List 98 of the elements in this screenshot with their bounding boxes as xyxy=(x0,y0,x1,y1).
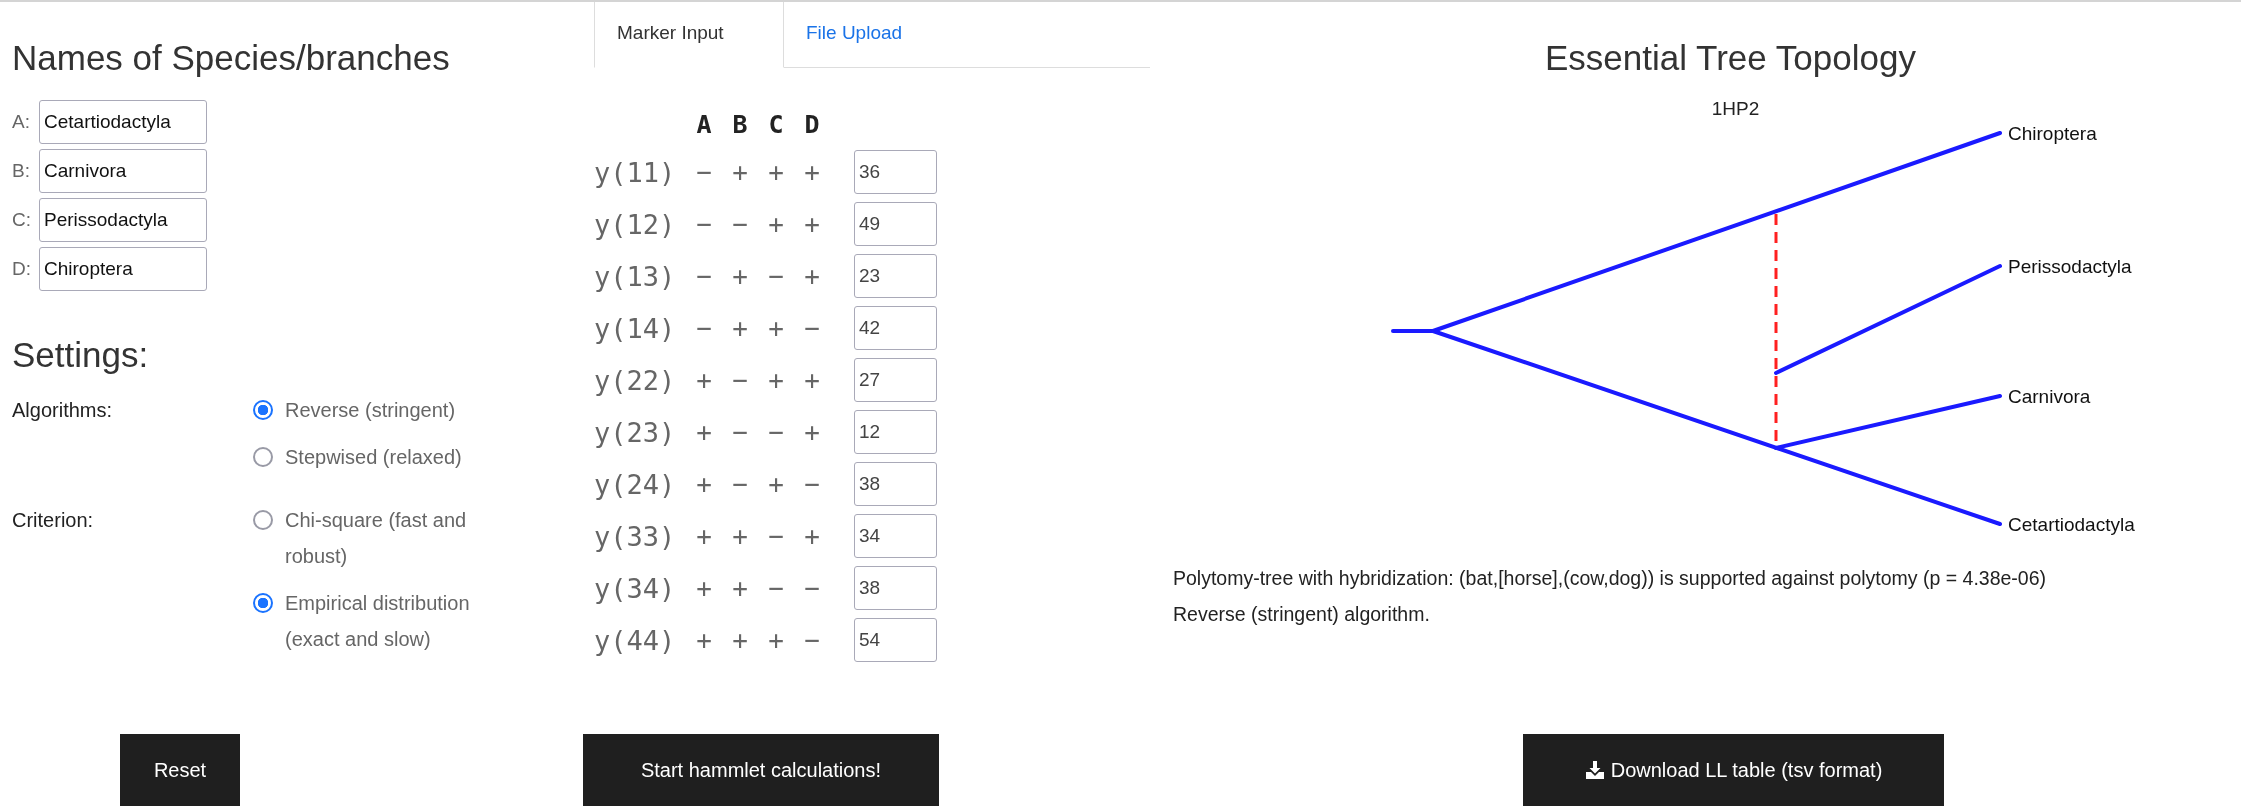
reset-button[interactable]: Reset xyxy=(120,734,240,806)
sign-text: + xyxy=(767,469,785,499)
name-field[interactable]: Carnivora xyxy=(39,149,207,193)
sign-text: − xyxy=(731,417,749,447)
tip-label: Cetartiodactyla xyxy=(2008,514,2135,535)
column-header: D xyxy=(803,109,821,141)
sign-text: − xyxy=(767,573,785,603)
column-header: B xyxy=(731,109,749,141)
sign-text: − xyxy=(731,469,749,499)
field-label: A: xyxy=(12,111,31,133)
sign-text: + xyxy=(731,625,749,655)
count-field[interactable]: 34 xyxy=(854,514,937,558)
chart-title: Essential Tree Topology xyxy=(1544,38,1917,78)
sign-text: − xyxy=(767,521,785,551)
tab[interactable]: Marker Input xyxy=(594,2,784,68)
sign-text: − xyxy=(803,625,821,655)
setting-label: Criterion: xyxy=(12,508,95,533)
row-label: y(33) xyxy=(594,520,677,552)
sign-text: + xyxy=(731,313,749,343)
option-label: Stepwised (relaxed) xyxy=(285,445,463,470)
count-field[interactable]: 54 xyxy=(854,618,937,662)
field-label: B: xyxy=(12,160,31,182)
sign-text: + xyxy=(803,521,821,551)
name-field[interactable]: Cetartiodactyla xyxy=(39,100,207,144)
option-label: Reverse (stringent) xyxy=(285,398,457,423)
sign-text: + xyxy=(731,521,749,551)
setting-label: Algorithms: xyxy=(12,398,114,423)
sign-text: + xyxy=(695,365,713,395)
download-button[interactable]: Download LL table (tsv format) xyxy=(1523,734,1944,806)
sign-text: + xyxy=(767,209,785,239)
count-field[interactable]: 36 xyxy=(854,150,937,194)
sign-text: + xyxy=(767,625,785,655)
field-label: D: xyxy=(12,258,32,280)
tip-label: Chiroptera xyxy=(2008,123,2097,144)
column-header: C xyxy=(767,109,785,141)
sign-text: + xyxy=(803,261,821,291)
sign-text: − xyxy=(731,209,749,239)
count-field[interactable]: 38 xyxy=(854,566,937,610)
row-label: y(44) xyxy=(594,624,677,656)
name-field[interactable]: Chiroptera xyxy=(39,247,207,291)
tab[interactable]: File Upload xyxy=(784,2,925,68)
sign-text: + xyxy=(695,573,713,603)
result-text: Reverse (stringent) algorithm. xyxy=(1173,602,1431,627)
sign-text: + xyxy=(767,313,785,343)
radio-button[interactable] xyxy=(253,400,273,420)
radio-button[interactable] xyxy=(253,593,273,613)
sign-text: − xyxy=(695,313,713,343)
sign-text: + xyxy=(695,521,713,551)
sign-text: + xyxy=(731,573,749,603)
section-heading: Settings: xyxy=(12,335,150,375)
sign-text: − xyxy=(695,209,713,239)
name-field[interactable]: Perissodactyla xyxy=(39,198,207,242)
sign-text: − xyxy=(767,261,785,291)
sign-text: + xyxy=(803,157,821,187)
count-field[interactable]: 12 xyxy=(854,410,937,454)
sign-text: + xyxy=(731,261,749,291)
count-field[interactable]: 38 xyxy=(854,462,937,506)
option-label: Empirical distribution (exact and slow) xyxy=(285,591,471,652)
sign-text: + xyxy=(731,157,749,187)
sign-text: − xyxy=(695,261,713,291)
sign-text: + xyxy=(803,417,821,447)
start-button[interactable]: Start hammlet calculations! xyxy=(583,734,939,806)
row-label: y(13) xyxy=(594,260,677,292)
result-text: Polytomy-tree with hybridization: (bat,[horse],(cow,dog)) is supported against polytomy (p = 4.38e-06) xyxy=(1173,566,2048,591)
count-field[interactable]: 27 xyxy=(854,358,937,402)
count-field[interactable]: 42 xyxy=(854,306,937,350)
row-label: y(23) xyxy=(594,416,677,448)
option-label: Chi-square (fast and robust) xyxy=(285,508,468,569)
radio-button[interactable] xyxy=(253,447,273,467)
sign-text: + xyxy=(695,417,713,447)
tip-label: Perissodactyla xyxy=(2008,256,2132,277)
sign-text: + xyxy=(803,209,821,239)
sign-text: + xyxy=(695,469,713,499)
sign-text: − xyxy=(767,417,785,447)
sign-text: + xyxy=(695,625,713,655)
row-label: y(11) xyxy=(594,156,677,188)
row-label: y(22) xyxy=(594,364,677,396)
download-icon xyxy=(1584,760,1605,780)
row-label: y(24) xyxy=(594,468,677,500)
sign-text: + xyxy=(803,365,821,395)
column-header: A xyxy=(695,109,713,141)
field-label: C: xyxy=(12,209,32,231)
row-label: y(14) xyxy=(594,312,677,344)
sign-text: − xyxy=(803,469,821,499)
row-label: y(34) xyxy=(594,572,677,604)
count-field[interactable]: 49 xyxy=(854,202,937,246)
radio-button[interactable] xyxy=(253,510,273,530)
count-field[interactable]: 23 xyxy=(854,254,937,298)
row-label: y(12) xyxy=(594,208,677,240)
sign-text: − xyxy=(803,573,821,603)
tree-subtitle: 1HP2 xyxy=(1710,98,1761,120)
sign-text: + xyxy=(767,365,785,395)
section-heading: Names of Species/branches xyxy=(12,38,451,78)
sign-text: − xyxy=(803,313,821,343)
tip-label: Carnivora xyxy=(2008,386,2091,407)
sign-text: − xyxy=(731,365,749,395)
sign-text: − xyxy=(695,157,713,187)
sign-text: + xyxy=(767,157,785,187)
